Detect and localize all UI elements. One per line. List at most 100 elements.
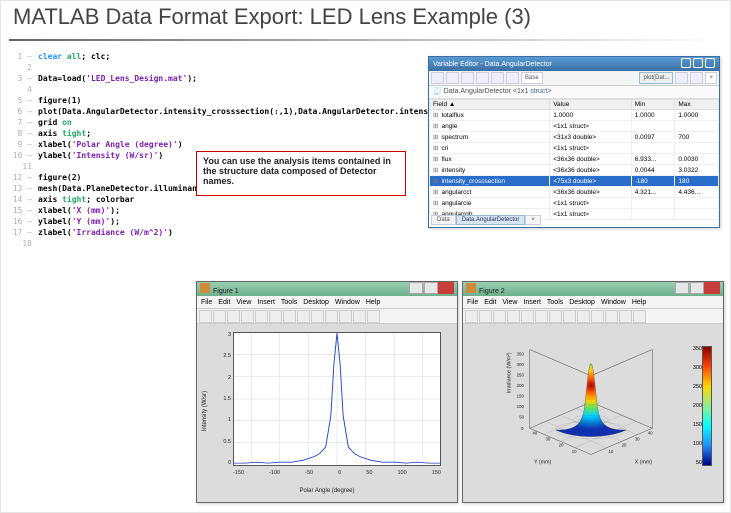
tool-icon[interactable]: [353, 310, 366, 323]
tab-angular-detector[interactable]: Data.AngularDetector: [456, 215, 526, 225]
struct-field-row[interactable]: ⊞intensity_crosssection<75x3 double>-180…: [430, 176, 719, 187]
svg-text:30: 30: [546, 437, 551, 442]
tool-button[interactable]: [491, 72, 504, 84]
struct-field-row[interactable]: ⊞angularcie<1x1 struct>: [430, 198, 719, 209]
variable-editor-toolbar[interactable]: Base plot(Dat... ×: [429, 71, 719, 86]
figure-1-titlebar[interactable]: Figure 1: [197, 282, 457, 296]
menu-item[interactable]: Tools: [547, 299, 563, 306]
tool-icon[interactable]: [577, 310, 590, 323]
menu-item[interactable]: View: [502, 299, 517, 306]
tool-icon[interactable]: [367, 310, 380, 323]
menu-item[interactable]: Insert: [523, 299, 541, 306]
tool-icon[interactable]: [227, 310, 240, 323]
tool-icon[interactable]: [325, 310, 338, 323]
struct-field-row[interactable]: ⊞angularcct<36x36 double>4.321...4.436..…: [430, 187, 719, 198]
tool-icon[interactable]: [535, 310, 548, 323]
svg-text:300: 300: [517, 362, 525, 367]
struct-field-row[interactable]: ⊞flux<36x36 double>6.933...0.0030: [430, 154, 719, 165]
tool-icon[interactable]: [213, 310, 226, 323]
menu-item[interactable]: Help: [632, 299, 646, 306]
tool-icon[interactable]: [493, 310, 506, 323]
minimize-button[interactable]: [409, 282, 423, 294]
struct-field-row[interactable]: ⊞spectrum<31x3 double>0.0097700: [430, 132, 719, 143]
svg-text:10: 10: [609, 449, 614, 454]
svg-text:250: 250: [517, 373, 525, 378]
tool-button[interactable]: [461, 72, 474, 84]
tool-icon[interactable]: [479, 310, 492, 323]
svg-text:350: 350: [517, 352, 525, 357]
tool-button[interactable]: [431, 72, 444, 84]
menu-item[interactable]: Edit: [218, 299, 230, 306]
tool-icon[interactable]: [591, 310, 604, 323]
tool-icon[interactable]: [605, 310, 618, 323]
maximize-button[interactable]: [424, 282, 438, 294]
tool-icon[interactable]: [507, 310, 520, 323]
tool-icon[interactable]: [633, 310, 646, 323]
figure-1-xlabel: Polar Angle (degree): [299, 488, 354, 494]
struct-link[interactable]: struct: [530, 88, 547, 95]
callout-box: You can use the analysis items contained…: [196, 151, 406, 196]
figure-2-menubar[interactable]: File Edit View Insert Tools Desktop Window Help: [463, 296, 723, 309]
code-line: ylabel('Y (mm)');: [38, 216, 418, 227]
tool-button[interactable]: [446, 72, 459, 84]
menu-item[interactable]: Desktop: [569, 299, 595, 306]
figure-1-menubar[interactable]: File Edit View Insert Tools Desktop Window Help: [197, 296, 457, 309]
figure-1-window: Figure 1 File Edit View Insert Tools Desktop W…: [196, 281, 458, 503]
tool-icon[interactable]: [549, 310, 562, 323]
tool-button[interactable]: [690, 72, 703, 84]
tool-button[interactable]: [506, 72, 519, 84]
figure-2-toolbar[interactable]: [463, 309, 723, 324]
tool-icon[interactable]: [241, 310, 254, 323]
maximize-button[interactable]: [690, 282, 704, 294]
menu-item[interactable]: Insert: [257, 299, 275, 306]
code-line: grid on: [38, 117, 418, 128]
matlab-icon: [466, 283, 476, 293]
window-buttons[interactable]: [679, 58, 715, 70]
tool-icon[interactable]: [297, 310, 310, 323]
code-line: figure(1): [38, 95, 418, 106]
minimize-button[interactable]: [675, 282, 689, 294]
tool-icon[interactable]: [465, 310, 478, 323]
detach-x-button[interactable]: ×: [705, 72, 717, 84]
variable-editor-tabs[interactable]: Data Data.AngularDetector ×: [431, 215, 541, 225]
svg-text:Irradiance (W/m²): Irradiance (W/m²): [507, 352, 513, 393]
tool-button[interactable]: [675, 72, 688, 84]
figure-2-titlebar[interactable]: Figure 2: [463, 282, 723, 296]
menu-item[interactable]: Window: [335, 299, 360, 306]
struct-field-row[interactable]: ⊞cri<1x1 struct>: [430, 143, 719, 154]
menu-item[interactable]: Tools: [281, 299, 297, 306]
tool-icon[interactable]: [269, 310, 282, 323]
tool-icon[interactable]: [255, 310, 268, 323]
menu-item[interactable]: Help: [366, 299, 380, 306]
close-button[interactable]: [704, 282, 720, 294]
svg-text:Y (mm): Y (mm): [534, 459, 551, 465]
struct-field-row[interactable]: ⊞angle<1x1 struct>: [430, 121, 719, 132]
variable-editor-breadcrumb: 🧾 Data.AngularDetector <1x1 struct>: [429, 86, 719, 99]
close-button[interactable]: [438, 282, 454, 294]
menu-item[interactable]: File: [467, 299, 478, 306]
menu-item[interactable]: File: [201, 299, 212, 306]
menu-item[interactable]: View: [236, 299, 251, 306]
workspace-base-button[interactable]: Base: [521, 72, 543, 84]
struct-field-row[interactable]: ⊞totalflux1.00001.00001.0000: [430, 110, 719, 121]
menu-item[interactable]: Edit: [484, 299, 496, 306]
menu-item[interactable]: Desktop: [303, 299, 329, 306]
figure-1-axes-area: Intensity (W/sr) Polar Angle (degree) -1…: [203, 326, 451, 496]
tab-data[interactable]: Data: [431, 215, 456, 225]
tool-icon[interactable]: [311, 310, 324, 323]
tool-button[interactable]: [476, 72, 489, 84]
tool-icon[interactable]: [521, 310, 534, 323]
svg-text:10: 10: [572, 449, 577, 454]
struct-field-row[interactable]: ⊞intensity<36x36 double>0.00443.0322: [430, 165, 719, 176]
variable-editor-titlebar[interactable]: Variable Editor - Data.AngularDetector: [429, 57, 719, 71]
menu-item[interactable]: Window: [601, 299, 626, 306]
tool-icon[interactable]: [339, 310, 352, 323]
figure-1-toolbar[interactable]: [197, 309, 457, 324]
tab-dropdown-icon[interactable]: ×: [525, 215, 541, 225]
plot-selector-button[interactable]: plot(Dat...: [639, 72, 673, 84]
tool-icon[interactable]: [283, 310, 296, 323]
tool-icon[interactable]: [563, 310, 576, 323]
struct-fields-table[interactable]: Field ▲ValueMinMax ⊞totalflux1.00001.000…: [429, 99, 719, 220]
tool-icon[interactable]: [199, 310, 212, 323]
tool-icon[interactable]: [619, 310, 632, 323]
